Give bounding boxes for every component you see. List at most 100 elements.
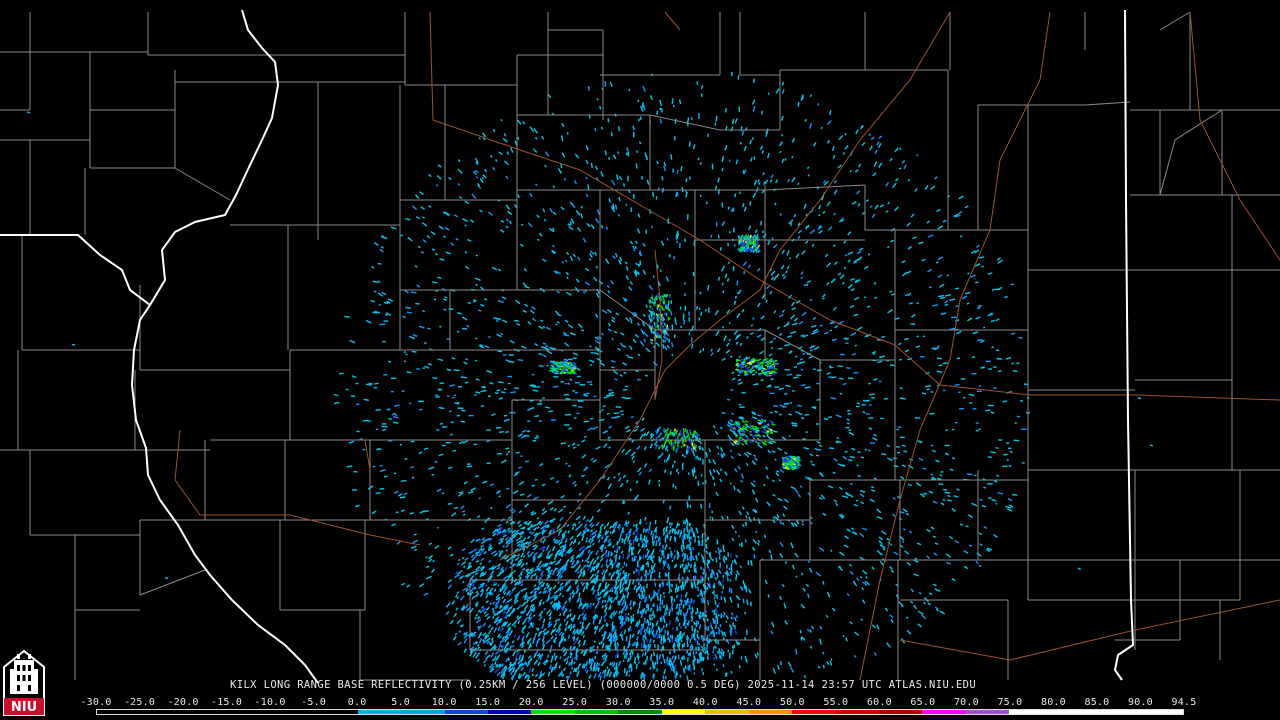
echo-pixel <box>681 462 684 468</box>
echo-pixel <box>651 311 654 316</box>
echo-pixel <box>565 462 568 465</box>
echo-pixel <box>698 653 701 658</box>
echo-pixel <box>651 660 654 667</box>
echo-pixel <box>567 634 571 639</box>
echo-pixel <box>346 465 353 468</box>
echo-pixel <box>708 633 711 637</box>
echo-pixel <box>632 643 635 647</box>
echo-pixel <box>619 584 622 591</box>
echo-pixel <box>446 395 450 397</box>
echo-pixel <box>988 497 992 500</box>
echo-pixel <box>936 357 942 360</box>
echo-pixel <box>821 297 825 300</box>
echo-pixel <box>644 651 647 656</box>
echo-pixel <box>708 638 711 644</box>
echo-pixel <box>460 420 466 423</box>
echo-pixel <box>677 585 680 592</box>
echo-pixel <box>797 182 800 186</box>
echo-pixel <box>626 397 631 400</box>
echo-pixel <box>505 549 509 552</box>
radar-map[interactable] <box>0 0 1280 720</box>
echo-pixel <box>977 306 981 310</box>
echo-pixel <box>607 118 610 123</box>
echo-pixel <box>680 165 683 172</box>
echo-pixel <box>600 350 603 353</box>
echo-pixel <box>721 648 723 653</box>
echo-pixel <box>646 603 649 607</box>
echo-pixel <box>413 533 417 536</box>
echo-pixel <box>687 557 690 561</box>
echo-pixel <box>831 338 835 342</box>
echo-pixel <box>637 608 639 615</box>
echo-pixel <box>514 657 518 661</box>
echo-pixel <box>649 304 652 309</box>
echo-pixel <box>916 335 920 338</box>
echo-pixel <box>344 315 350 318</box>
echo-pixel <box>681 581 684 585</box>
echo-pixel <box>670 552 673 559</box>
echo-pixel <box>684 293 686 297</box>
echo-pixel <box>500 118 503 122</box>
echo-pixel <box>559 613 562 617</box>
echo-pixel <box>966 473 973 476</box>
echo-pixel <box>718 556 721 560</box>
echo-pixel <box>559 588 562 592</box>
echo-pixel <box>517 359 524 362</box>
echo-pixel <box>809 94 812 98</box>
echo-pixel <box>717 452 720 456</box>
echo-pixel <box>671 627 674 631</box>
echo-pixel <box>666 656 669 662</box>
echo-pixel <box>670 595 673 602</box>
echo-pixel <box>938 483 944 486</box>
echo-pixel <box>687 652 690 656</box>
echo-pixel <box>751 248 755 253</box>
echo-pixel <box>668 453 670 460</box>
echo-pixel <box>580 329 585 332</box>
echo-pixel <box>621 638 624 641</box>
echo-pixel <box>657 314 660 318</box>
echo-pixel <box>673 549 676 553</box>
echo-pixel <box>662 298 665 301</box>
echo-pixel <box>674 619 677 623</box>
echo-pixel <box>514 387 519 390</box>
echo-pixel <box>432 376 438 380</box>
echo-pixel <box>739 416 744 419</box>
echo-pixel <box>625 152 628 156</box>
echo-pixel <box>801 352 806 355</box>
echo-pixel <box>650 225 653 229</box>
echo-pixel <box>692 547 695 551</box>
echo-pixel <box>631 558 634 562</box>
echo-pixel <box>681 548 683 552</box>
echo-pixel <box>601 536 604 540</box>
echo-pixel <box>830 658 833 661</box>
echo-pixel <box>627 536 630 542</box>
echo-pixel <box>660 107 663 113</box>
echo-pixel <box>579 383 586 386</box>
echo-pixel <box>807 560 811 563</box>
echo-pixel <box>721 454 725 458</box>
echo-pixel <box>652 532 655 539</box>
echo-pixel <box>635 523 638 529</box>
echo-pixel <box>674 485 677 490</box>
echo-pixel <box>465 358 469 361</box>
echo-pixel <box>631 650 634 656</box>
echo-pixel <box>623 653 626 659</box>
echo-pixel <box>564 382 568 385</box>
echo-pixel <box>647 530 650 534</box>
echo-pixel <box>640 566 643 571</box>
echo-pixel <box>680 325 683 329</box>
echo-pixel <box>978 564 982 567</box>
echo-pixel <box>689 541 692 544</box>
echo-pixel <box>713 609 716 616</box>
echo-pixel <box>630 320 633 324</box>
echo-pixel <box>671 559 674 562</box>
echo-pixel <box>597 675 600 678</box>
echo-pixel <box>583 435 588 439</box>
echo-pixel <box>656 668 659 672</box>
echo-pixel <box>924 385 932 388</box>
echo-pixel <box>585 581 588 585</box>
echo-pixel <box>954 383 960 386</box>
echo-pixel <box>532 439 537 442</box>
echo-pixel <box>569 612 572 617</box>
echo-pixel <box>845 337 850 341</box>
